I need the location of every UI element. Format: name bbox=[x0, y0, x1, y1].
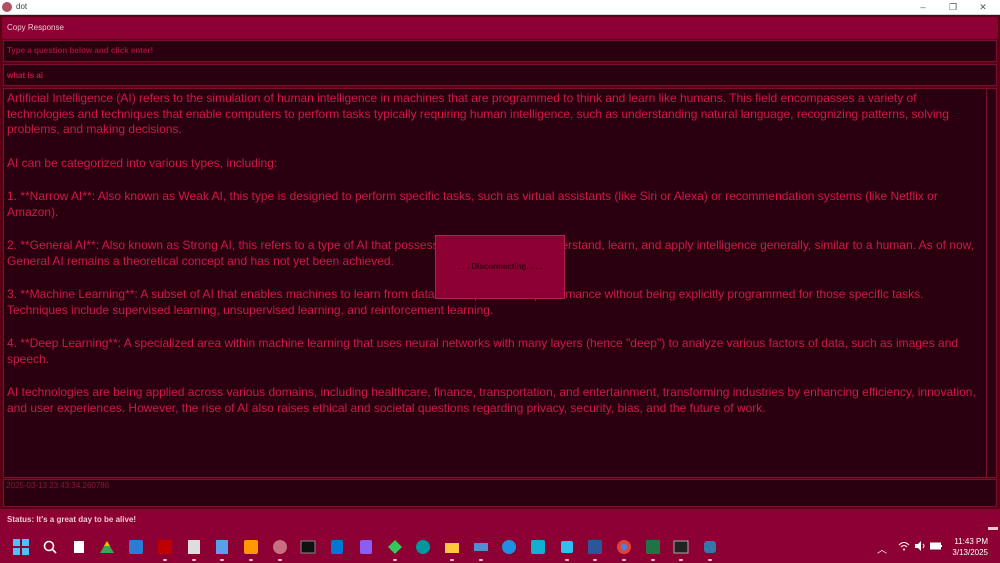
arduino-icon[interactable] bbox=[415, 539, 431, 555]
chrome-icon[interactable] bbox=[616, 539, 632, 561]
response-scrollbar[interactable] bbox=[986, 88, 997, 478]
sublime-icon[interactable] bbox=[243, 539, 259, 561]
system-clock[interactable]: 11:43 PM 3/13/2025 bbox=[952, 536, 988, 558]
app-avatar-icon bbox=[2, 2, 12, 12]
power-automate-icon[interactable] bbox=[530, 539, 546, 555]
search-icon[interactable] bbox=[42, 539, 58, 555]
close-button[interactable]: ✕ bbox=[974, 1, 992, 13]
filezilla-icon[interactable] bbox=[157, 539, 173, 561]
chevron-up-icon[interactable]: ︿ bbox=[877, 541, 887, 556]
app-icon[interactable] bbox=[559, 539, 575, 561]
editor-icon[interactable] bbox=[186, 539, 202, 561]
volume-icon[interactable] bbox=[914, 541, 926, 554]
response-paragraph: AI can be categorized into various types… bbox=[7, 155, 278, 170]
minimize-button[interactable]: – bbox=[914, 1, 932, 13]
word-icon[interactable] bbox=[587, 539, 603, 561]
wifi-icon[interactable] bbox=[898, 541, 910, 554]
response-paragraph: Artificial Intelligence (AI) refers to t… bbox=[7, 91, 949, 136]
excel-icon[interactable] bbox=[645, 539, 661, 561]
clock-date: 3/13/2025 bbox=[952, 548, 988, 557]
terminal-icon[interactable] bbox=[300, 539, 316, 555]
windows-start-icon[interactable] bbox=[13, 539, 29, 555]
window-titlebar: dot – ❐ ✕ bbox=[0, 0, 1000, 15]
notepad-icon[interactable] bbox=[214, 539, 230, 561]
disconnecting-dialog: . . . Disconnecting. . . . bbox=[435, 235, 565, 299]
maximize-button[interactable]: ❐ bbox=[944, 1, 962, 13]
python-icon[interactable] bbox=[702, 539, 718, 561]
battery-icon[interactable] bbox=[930, 541, 942, 554]
network-icon[interactable] bbox=[473, 539, 489, 561]
response-paragraph: 4. **Deep Learning**: A specialized area… bbox=[7, 336, 959, 366]
response-paragraph: 1. **Narrow AI**: Also known as Weak AI,… bbox=[7, 189, 938, 219]
edge-icon[interactable] bbox=[501, 539, 517, 555]
file-icon[interactable] bbox=[71, 539, 87, 555]
git-icon[interactable] bbox=[387, 539, 403, 561]
cmd-icon[interactable] bbox=[673, 539, 689, 561]
visual-studio-icon[interactable] bbox=[358, 539, 374, 555]
copy-response-button[interactable]: Copy Response bbox=[2, 17, 998, 39]
window-title: dot bbox=[16, 2, 28, 11]
remote-desktop-icon[interactable] bbox=[128, 539, 144, 555]
avatar-app-icon[interactable] bbox=[272, 539, 288, 561]
timestamp-label: 2025-03-13 23:43:34.260786 bbox=[3, 479, 997, 507]
drive-icon[interactable] bbox=[99, 539, 115, 555]
response-paragraph: AI technologies are being applied across… bbox=[7, 385, 976, 415]
resize-grip[interactable] bbox=[988, 527, 998, 530]
clock-time: 11:43 PM bbox=[954, 537, 988, 546]
vscode-icon[interactable] bbox=[329, 539, 345, 555]
question-input[interactable] bbox=[3, 64, 997, 86]
file-explorer-icon[interactable] bbox=[444, 539, 460, 561]
prompt-label: Type a question below and click enter! bbox=[3, 40, 997, 62]
taskbar: ︿ 11:43 PM 3/13/2025 bbox=[0, 531, 1000, 563]
status-bar: Status: It's a great day to be alive! bbox=[0, 509, 1000, 531]
